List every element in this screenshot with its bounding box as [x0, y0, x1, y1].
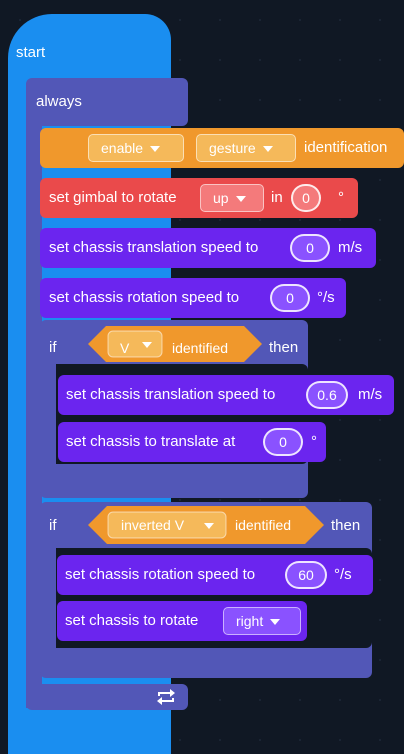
rotation-speed-label: set chassis rotation speed to	[49, 289, 240, 306]
if-v-if-label: if	[49, 339, 57, 356]
if-v-translation-speed-unit: m/s	[358, 386, 383, 403]
v-dropdown[interactable]	[107, 330, 163, 358]
enable-dropdown-value: enable	[101, 140, 144, 156]
if-inverted-v-if-label: if	[49, 517, 57, 534]
v-identified-label: identified	[172, 340, 229, 356]
v-dropdown-value: V	[120, 340, 130, 356]
chevron-down-icon	[270, 619, 281, 626]
if-inverted-v-rotation-speed-input[interactable]: 60	[285, 561, 327, 589]
gimbal-in-label: in	[271, 189, 283, 206]
set-chassis-translation-speed-block[interactable]: set chassis translation speed to 0 m/s	[40, 228, 376, 268]
if-inverted-v-rotation-speed-label: set chassis rotation speed to	[65, 566, 256, 583]
gimbal-degree-unit: °	[338, 189, 344, 206]
rotation-speed-input[interactable]: 0	[270, 284, 310, 312]
identification-label: identification	[304, 139, 388, 156]
if-v-identified-block[interactable]: if V identified then set chassis transla…	[40, 320, 394, 498]
inverted-v-identified-label: identified	[235, 517, 292, 533]
if-v-translation-speed-block[interactable]: set chassis translation speed to 0.6 m/s	[58, 375, 394, 415]
gimbal-direction-dropdown[interactable]: up	[200, 184, 264, 212]
gimbal-rotate-label: set gimbal to rotate	[49, 189, 177, 206]
set-chassis-rotation-speed-block[interactable]: set chassis rotation speed to 0 °/s	[40, 278, 346, 318]
repeat-icon	[157, 689, 175, 705]
if-v-then-label: then	[269, 339, 299, 356]
translation-speed-unit: m/s	[338, 239, 363, 256]
set-gimbal-rotate-block[interactable]: set gimbal to rotate up in 0 °	[40, 178, 358, 218]
if-inverted-v-identified-block[interactable]: if inverted V identified then set chassi…	[40, 502, 373, 678]
if-v-translate-angle-label: set chassis to translate at	[66, 433, 236, 450]
if-v-translate-angle-input[interactable]: 0	[263, 428, 303, 456]
always-label: always	[36, 93, 82, 110]
if-inverted-v-rotation-speed-block[interactable]: set chassis rotation speed to 60 °/s	[57, 555, 373, 595]
rotate-direction-dropdown[interactable]: right	[223, 607, 301, 635]
translation-speed-input[interactable]: 0	[290, 234, 330, 262]
start-event-arm	[8, 70, 26, 740]
if-v-translation-speed-label: set chassis translation speed to	[66, 386, 276, 403]
translation-speed-label: set chassis translation speed to	[49, 239, 259, 256]
rotation-speed-unit: °/s	[317, 289, 335, 306]
enable-dropdown[interactable]: enable	[88, 134, 184, 162]
if-inverted-v-rotate-label: set chassis to rotate	[65, 612, 199, 629]
gimbal-direction-value: up	[213, 190, 229, 206]
if-v-translation-speed-input[interactable]: 0.6	[306, 381, 348, 409]
if-v-translate-angle-block[interactable]: set chassis to translate at 0 °	[58, 422, 326, 462]
if-inverted-v-then-label: then	[331, 517, 361, 534]
chevron-down-icon	[235, 196, 246, 203]
chevron-down-icon	[262, 146, 273, 153]
chevron-down-icon	[150, 146, 161, 153]
inverted-v-dropdown-value: inverted V	[121, 517, 185, 533]
gesture-dropdown[interactable]: gesture	[196, 134, 296, 162]
if-inverted-v-rotation-speed-unit: °/s	[334, 566, 352, 583]
if-v-translate-angle-unit: °	[311, 433, 317, 450]
gesture-dropdown-value: gesture	[209, 140, 256, 156]
start-label: start	[16, 44, 46, 61]
gimbal-angle-input[interactable]: 0	[291, 184, 321, 212]
enable-gesture-identification-block[interactable]: enable gesture identification	[40, 128, 404, 168]
if-inverted-v-rotate-direction-block[interactable]: set chassis to rotate right	[57, 601, 307, 641]
rotate-direction-value: right	[236, 613, 264, 629]
